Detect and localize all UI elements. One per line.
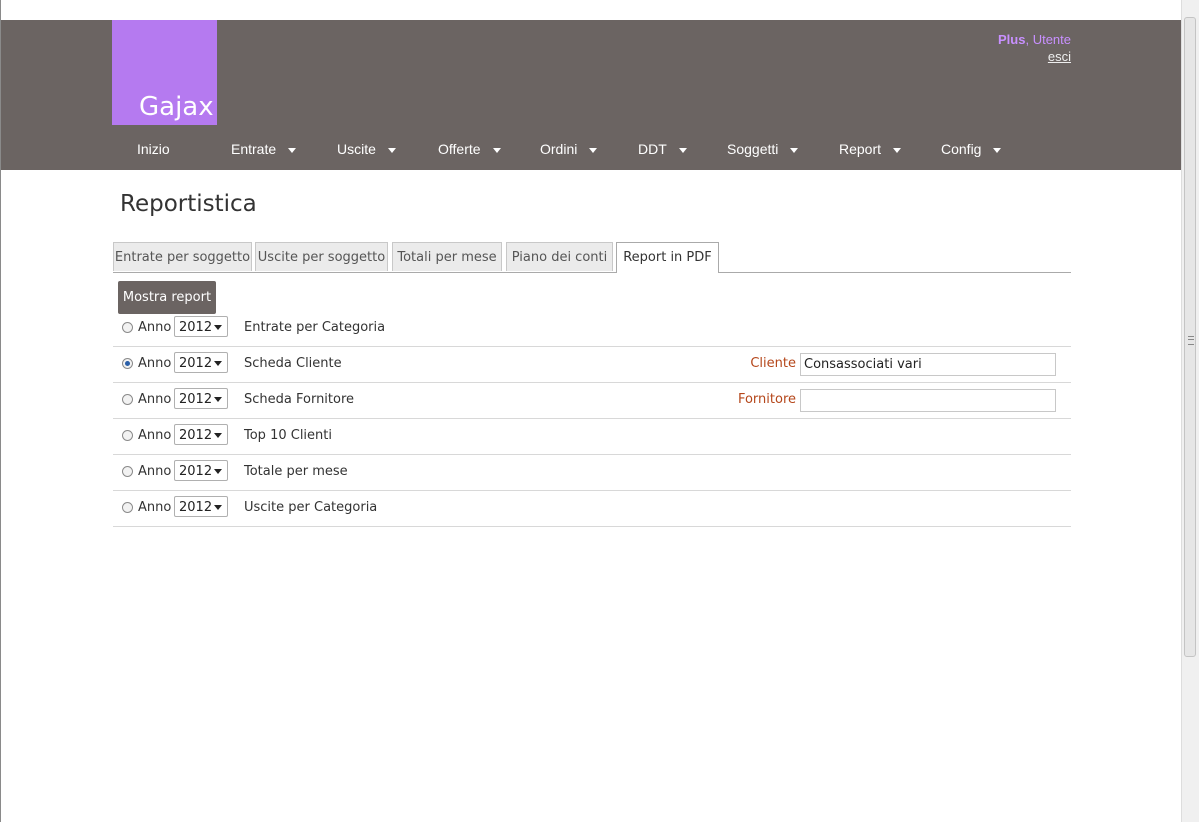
year-select[interactable]: 2012	[174, 424, 228, 445]
year-value: 2012	[179, 320, 213, 335]
nav-item-inizio[interactable]: Inizio	[137, 141, 170, 157]
year-value: 2012	[179, 500, 213, 515]
report-row-scheda-cliente: Anno 2012 Scheda Cliente Cliente Consass…	[113, 347, 1071, 383]
report-row-top-10-clienti: Anno 2012 Top 10 Clienti	[113, 419, 1071, 455]
report-radio[interactable]	[122, 322, 133, 333]
vertical-scrollbar[interactable]	[1181, 0, 1199, 822]
nav-item-ddt[interactable]: DDT	[638, 141, 687, 157]
tab-report-in-pdf[interactable]: Report in PDF	[616, 242, 719, 273]
user-plan: Plus	[997, 32, 1026, 47]
chevron-down-icon	[214, 325, 222, 330]
report-radio[interactable]	[122, 430, 133, 441]
year-value: 2012	[179, 356, 213, 371]
chevron-down-icon	[214, 469, 222, 474]
logo-text: Gajax	[139, 92, 214, 122]
chevron-down-icon	[790, 147, 799, 153]
year-select[interactable]: 2012	[174, 388, 228, 409]
nav-label: Entrate	[231, 141, 277, 157]
report-radio[interactable]	[122, 358, 133, 369]
chevron-down-icon	[589, 147, 598, 153]
logo[interactable]: Gajax	[112, 20, 217, 125]
main-nav: Inizio Entrate Uscite Offerte Ordini DDT…	[1, 141, 1182, 161]
report-row-entrate-per-categoria: Anno 2012 Entrate per Categoria	[113, 311, 1071, 347]
page-title: Reportistica	[120, 191, 257, 217]
user-block: Plus, Utente esci	[998, 31, 1071, 65]
nav-item-config[interactable]: Config	[941, 141, 1002, 157]
chevron-down-icon	[678, 147, 687, 153]
report-name: Uscite per Categoria	[244, 500, 378, 515]
nav-item-entrate[interactable]: Entrate	[231, 141, 297, 157]
user-name: Utente	[1032, 32, 1071, 47]
cliente-input[interactable]: Consassociati vari	[800, 353, 1056, 376]
nav-label: DDT	[638, 141, 667, 157]
chevron-down-icon	[993, 147, 1002, 153]
report-radio[interactable]	[122, 466, 133, 477]
nav-item-ordini[interactable]: Ordini	[540, 141, 598, 157]
report-name: Scheda Cliente	[244, 356, 342, 371]
report-tabs: Entrate per soggetto Uscite per soggetto…	[113, 242, 1071, 273]
nav-label: Report	[839, 141, 882, 157]
chevron-down-icon	[214, 397, 222, 402]
year-label: Anno	[138, 320, 172, 335]
chevron-down-icon	[214, 433, 222, 438]
report-name: Entrate per Categoria	[244, 320, 386, 335]
nav-label: Inizio	[137, 141, 170, 157]
scrollbar-thumb[interactable]	[1184, 17, 1196, 657]
report-name: Totale per mese	[244, 464, 348, 479]
year-select[interactable]: 2012	[174, 496, 228, 517]
user-separator: ,	[1025, 32, 1030, 47]
report-name: Scheda Fornitore	[244, 392, 355, 407]
nav-item-offerte[interactable]: Offerte	[438, 141, 501, 157]
fornitore-input[interactable]	[800, 389, 1056, 412]
nav-label: Ordini	[540, 141, 578, 157]
show-report-button[interactable]: Mostra report	[118, 281, 216, 314]
nav-item-soggetti[interactable]: Soggetti	[727, 141, 799, 157]
tab-entrate-per-soggetto[interactable]: Entrate per soggetto	[113, 242, 252, 271]
year-value: 2012	[179, 464, 213, 479]
year-label: Anno	[138, 464, 172, 479]
year-value: 2012	[179, 392, 213, 407]
tab-uscite-per-soggetto[interactable]: Uscite per soggetto	[255, 242, 388, 271]
year-label: Anno	[138, 392, 172, 407]
tab-totali-per-mese[interactable]: Totali per mese	[392, 242, 502, 271]
chevron-down-icon	[214, 361, 222, 366]
fornitore-label: Fornitore	[737, 392, 796, 407]
chevron-down-icon	[387, 147, 396, 153]
year-label: Anno	[138, 428, 172, 443]
chevron-down-icon	[288, 147, 297, 153]
chevron-down-icon	[492, 147, 501, 153]
nav-item-report[interactable]: Report	[839, 141, 902, 157]
year-select[interactable]: 2012	[174, 460, 228, 481]
report-name: Top 10 Clienti	[244, 428, 332, 443]
chevron-down-icon	[893, 147, 902, 153]
year-label: Anno	[138, 356, 172, 371]
report-row-scheda-fornitore: Anno 2012 Scheda Fornitore Fornitore	[113, 383, 1071, 419]
report-radio[interactable]	[122, 502, 133, 513]
nav-label: Uscite	[337, 141, 376, 157]
year-select[interactable]: 2012	[174, 352, 228, 373]
year-select[interactable]: 2012	[174, 316, 228, 337]
year-value: 2012	[179, 428, 213, 443]
report-row-uscite-per-categoria: Anno 2012 Uscite per Categoria	[113, 491, 1071, 527]
logout-link[interactable]: esci	[998, 48, 1071, 65]
tab-piano-dei-conti[interactable]: Piano dei conti	[506, 242, 613, 271]
nav-item-uscite[interactable]: Uscite	[337, 141, 396, 157]
cliente-label: Cliente	[750, 356, 796, 371]
header: Gajax Plus, Utente esci Inizio Entrate U…	[1, 20, 1182, 170]
chevron-down-icon	[214, 505, 222, 510]
year-label: Anno	[138, 500, 172, 515]
report-radio[interactable]	[122, 394, 133, 405]
nav-label: Soggetti	[727, 141, 779, 157]
nav-label: Config	[941, 141, 982, 157]
report-row-totale-per-mese: Anno 2012 Totale per mese	[113, 455, 1071, 491]
grip-icon	[1188, 336, 1194, 345]
nav-label: Offerte	[438, 141, 481, 157]
